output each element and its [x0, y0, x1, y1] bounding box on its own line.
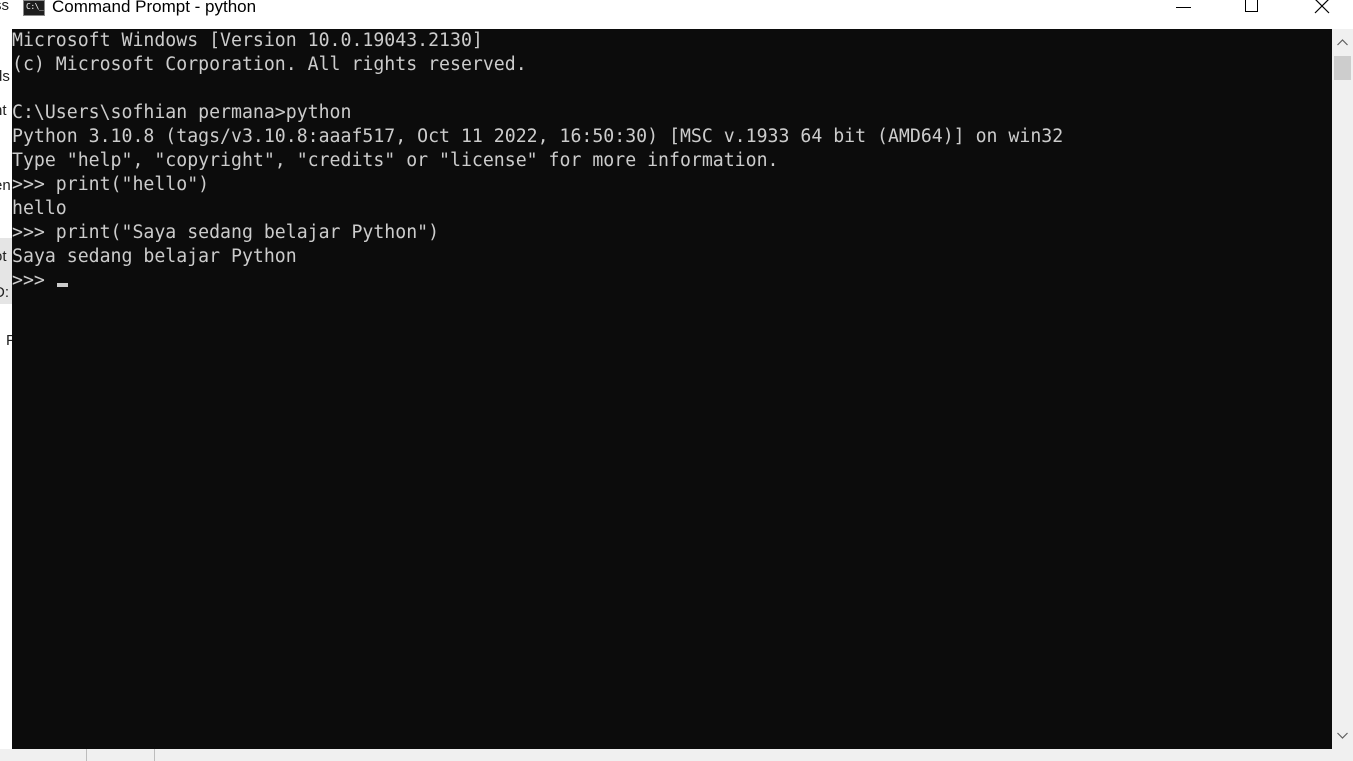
scroll-down-button[interactable] [1332, 726, 1353, 747]
title-bar[interactable]: Command Prompt - python [12, 0, 1353, 29]
background-text: en [0, 177, 11, 194]
scroll-up-arrow-icon [1337, 39, 1348, 46]
console-line: C:\Users\sofhian permana>python [12, 102, 352, 123]
background-text: ot [0, 248, 7, 265]
console-prompt: >>> [12, 270, 56, 291]
maximize-button[interactable] [1229, 0, 1275, 29]
background-window: ss ds nt en ot D: P [0, 0, 12, 761]
background-text: nt [0, 102, 7, 119]
console-line: hello [12, 198, 67, 219]
minimize-button[interactable] [1161, 0, 1207, 29]
background-window-bottom [0, 749, 1353, 761]
background-divider [86, 749, 87, 761]
console-line: Type "help", "copyright", "credits" or "… [12, 150, 779, 171]
close-button[interactable] [1299, 0, 1345, 29]
background-text: ds [0, 68, 10, 85]
close-icon [1314, 0, 1330, 14]
console-line: Microsoft Windows [Version 10.0.19043.21… [12, 30, 483, 51]
scroll-thumb[interactable] [1334, 56, 1351, 80]
console-line: >>> print("Saya sedang belajar Python") [12, 222, 440, 243]
text-cursor [56, 283, 68, 287]
background-text: D: [0, 284, 9, 301]
console-output[interactable]: Microsoft Windows [Version 10.0.19043.21… [12, 29, 1332, 749]
window-title: Command Prompt - python [52, 0, 257, 16]
background-text: ss [0, 0, 9, 14]
console-lines: Microsoft Windows [Version 10.0.19043.21… [12, 29, 1063, 293]
scroll-up-button[interactable] [1332, 33, 1353, 54]
console-line: Saya sedang belajar Python [12, 246, 297, 267]
cmd-app-icon[interactable] [23, 0, 45, 16]
background-divider [154, 749, 155, 761]
console-line: (c) Microsoft Corporation. All rights re… [12, 54, 527, 75]
scroll-down-arrow-icon [1337, 732, 1348, 739]
console-line: Python 3.10.8 (tags/v3.10.8:aaaf517, Oct… [12, 126, 1064, 147]
console-input-line[interactable]: >>> [12, 269, 1063, 293]
vertical-scrollbar[interactable] [1332, 29, 1353, 749]
command-prompt-window[interactable]: Command Prompt - python Microsoft Window… [12, 0, 1353, 749]
console-line: >>> print("hello") [12, 174, 210, 195]
